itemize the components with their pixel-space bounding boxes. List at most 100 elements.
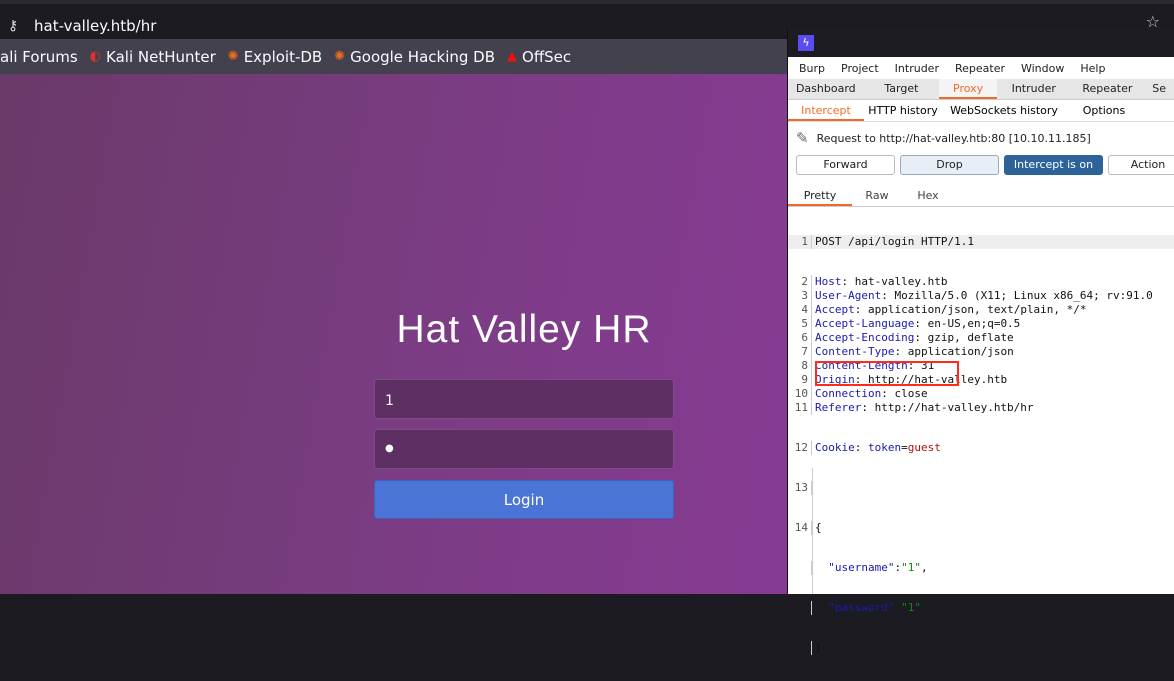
json-key-username: "username" [828, 561, 895, 574]
drop-button[interactable]: Drop [900, 155, 999, 175]
menu-window[interactable]: Window [1021, 62, 1064, 75]
cookie-header-name: Cookie [815, 441, 855, 454]
code-line: 4 Accept: application/json, text/plain, *… [788, 303, 1174, 317]
tab-raw[interactable]: Raw [852, 185, 902, 206]
bookmark-kali-forums[interactable]: ali Forums [0, 48, 78, 66]
login-button[interactable]: Login [374, 480, 674, 519]
burp-logo-icon: ϟ [798, 35, 814, 51]
username-input[interactable]: 1 [374, 379, 674, 419]
line-number: 5 [788, 317, 812, 331]
key-icon: ⚷ [8, 18, 19, 34]
subtab-intercept[interactable]: Intercept [788, 100, 864, 121]
line-number: 8 [788, 359, 812, 373]
header-name: Connection [815, 387, 882, 400]
json-value-password: "1" [901, 601, 921, 614]
menu-help[interactable]: Help [1080, 62, 1105, 75]
header-name: Accept-Language [815, 317, 915, 330]
json-value-username: "1" [901, 561, 921, 574]
menu-repeater[interactable]: Repeater [955, 62, 1005, 75]
forward-button[interactable]: Forward [796, 155, 895, 175]
line-number: 2 [788, 275, 812, 289]
tab-intruder[interactable]: Intruder [997, 79, 1071, 99]
code-line: "username":"1", [788, 561, 1174, 575]
header-value: application/json, text/plain, */* [861, 303, 1087, 316]
code-line: 1 POST /api/login HTTP/1.1 [788, 235, 1174, 249]
tab-target[interactable]: Target [864, 79, 940, 99]
code-line: 13 [788, 481, 1174, 495]
url-text: hat-valley.htb/hr [34, 17, 157, 35]
header-name: Referer [815, 401, 862, 414]
header-name: User-Agent [815, 289, 882, 302]
line-number: 10 [788, 387, 812, 401]
cookie-name: token [868, 441, 902, 454]
line-number: 4 [788, 303, 812, 317]
subtab-options[interactable]: Options [1066, 100, 1142, 121]
code-line: 11 Referer: http://hat-valley.htb/hr [788, 401, 1174, 415]
header-value: hat-valley.htb [848, 275, 948, 288]
header-name: Accept-Encoding [815, 331, 915, 344]
action-button[interactable]: Action [1108, 155, 1174, 175]
intercept-toggle-button[interactable]: Intercept is on [1004, 155, 1103, 175]
bookmark-exploit-db[interactable]: Exploit-DB [244, 48, 323, 66]
code-line: 14{ [788, 521, 1174, 535]
kanxue-watermark-logo: ❄看雪 [1002, 521, 1105, 562]
json-key-password: "password" [828, 601, 895, 614]
burp-menu-bar: Burp Project Intruder Repeater Window He… [788, 57, 1174, 79]
password-input[interactable]: ● [374, 429, 674, 469]
header-value: http://hat-valley.htb/hr [867, 401, 1034, 414]
code-line: 12 Cookie: token=guest [788, 441, 1174, 455]
header-name: Content-Type [815, 345, 895, 358]
header-value: Mozilla/5.0 (X11; Linux x86_64; rv:91.0 [887, 289, 1153, 302]
line-number: 11 [788, 401, 812, 415]
burp-window: ϟ Burp Project Intruder Repeater Window … [787, 28, 1174, 655]
header-value: application/json [901, 345, 1014, 358]
request-info-text: Request to http://hat-valley.htb:80 [10.… [816, 131, 1091, 145]
tab-sequencer[interactable]: Se [1144, 79, 1174, 99]
main-tabs: Dashboard Target Proxy Intruder Repeater… [788, 79, 1174, 100]
subtab-websockets-history[interactable]: WebSockets history [942, 100, 1066, 121]
code-line: 3 User-Agent: Mozilla/5.0 (X11; Linux x86… [788, 289, 1174, 303]
body-close-brace: } [815, 641, 822, 654]
bookmark-kali-nethunter[interactable]: Kali NetHunter [106, 48, 216, 66]
tab-dashboard[interactable]: Dashboard [788, 79, 864, 99]
exploit-db-icon: ✺ [227, 49, 239, 64]
menu-intruder[interactable]: Intruder [895, 62, 939, 75]
header-name: Host [815, 275, 842, 288]
cookie-value: guest [907, 441, 941, 454]
code-line: 7 Content-Type: application/json [788, 345, 1174, 359]
line-number: 9 [788, 373, 812, 387]
body-open-brace: { [815, 521, 822, 534]
code-line: 5 Accept-Language: en-US,en;q=0.5 [788, 317, 1174, 331]
tab-proxy[interactable]: Proxy [939, 79, 997, 99]
code-line: 10 Connection: close [788, 387, 1174, 401]
burp-titlebar: ϟ [788, 28, 1174, 57]
menu-project[interactable]: Project [841, 62, 879, 75]
tab-repeater[interactable]: Repeater [1071, 79, 1145, 99]
tab-hex[interactable]: Hex [902, 185, 954, 206]
request-info: ✎ Request to http://hat-valley.htb:80 [10… [796, 129, 1091, 147]
header-value: close [887, 387, 928, 400]
menu-burp[interactable]: Burp [799, 62, 825, 75]
page-title: Hat Valley HR [396, 308, 652, 351]
line-number: 6 [788, 331, 812, 345]
bookmark-offsec[interactable]: OffSec [522, 48, 571, 66]
code-line: 2 Host: hat-valley.htb [788, 275, 1174, 289]
header-name: Accept [815, 303, 855, 316]
offsec-icon: ▲ [507, 49, 518, 64]
intercept-buttons: Forward Drop Intercept is on Action [796, 155, 1174, 175]
subtab-http-history[interactable]: HTTP history [864, 100, 942, 121]
pencil-icon[interactable]: ✎ [796, 129, 809, 147]
proxy-subtabs: Intercept HTTP history WebSockets histor… [788, 100, 1174, 122]
code-line: } [788, 641, 1174, 655]
tab-pretty[interactable]: Pretty [788, 185, 852, 206]
bookmark-google-hacking-db[interactable]: Google Hacking DB [350, 48, 495, 66]
request-line: POST /api/login HTTP/1.1 [815, 235, 974, 248]
message-view-tabs: Pretty Raw Hex [788, 185, 1174, 207]
request-editor[interactable]: 1 POST /api/login HTTP/1.1 2 Host: hat-val… [788, 209, 1174, 681]
code-line: 6 Accept-Encoding: gzip, deflate [788, 331, 1174, 345]
highlight-box [815, 361, 959, 386]
header-value: en-US,en;q=0.5 [920, 317, 1021, 330]
gutter-line [812, 468, 813, 594]
ghdb-icon: ✺ [334, 49, 346, 64]
line-number: 7 [788, 345, 812, 359]
